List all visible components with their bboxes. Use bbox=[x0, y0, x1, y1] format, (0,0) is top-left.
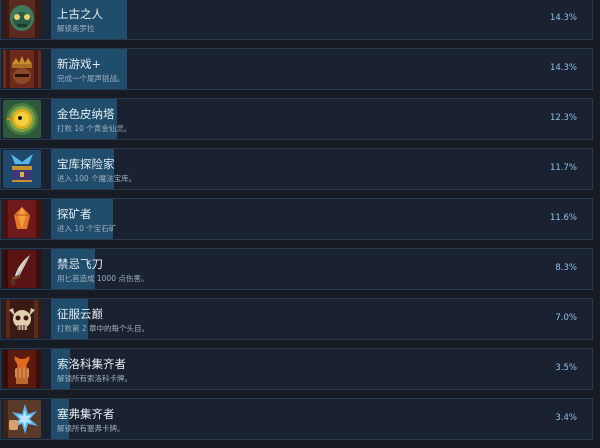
achievement-description: 打败第 2 章中的每个头目。 bbox=[57, 324, 150, 333]
treasure-chest-icon bbox=[3, 150, 41, 188]
achievement-name: 上古之人 bbox=[57, 7, 103, 21]
achievement-description: 解锁所有索洛科卡牌。 bbox=[57, 374, 132, 383]
achievement-percent: 12.3% bbox=[549, 113, 577, 123]
achievement-percent: 3.5% bbox=[555, 363, 577, 373]
fire-fist-icon bbox=[3, 350, 41, 388]
crown-knight-icon bbox=[3, 50, 41, 88]
dagger-icon bbox=[3, 250, 41, 288]
achievement-row[interactable]: 征服云巅 打败第 2 章中的每个头目。 7.0% bbox=[0, 298, 593, 340]
achievement-row[interactable]: 金色皮纳塔 打败 10 个黄金仙灵。 12.3% bbox=[0, 98, 593, 140]
achievement-percent: 14.3% bbox=[549, 13, 577, 23]
achievement-row[interactable]: 宝库探险家 进入 100 个魔法宝库。 11.7% bbox=[0, 148, 593, 190]
achievement-description: 解锁奥罗拉 bbox=[57, 24, 95, 33]
achievement-name: 探矿者 bbox=[57, 207, 92, 221]
achievement-description: 完成一个尾声挑战。 bbox=[57, 74, 125, 83]
ice-burst-icon bbox=[3, 400, 41, 438]
achievement-name: 禁忌飞刀 bbox=[57, 257, 103, 271]
achievement-name: 塞弗集齐者 bbox=[57, 407, 115, 421]
achievement-percent: 3.4% bbox=[555, 413, 577, 423]
achievement-description: 用匕首造成 1000 点伤害。 bbox=[57, 274, 149, 283]
achievement-percent: 8.3% bbox=[555, 263, 577, 273]
achievement-percent: 11.7% bbox=[549, 163, 577, 173]
achievement-description: 解锁所有塞弗卡牌。 bbox=[57, 424, 125, 433]
achievement-name: 征服云巅 bbox=[57, 307, 103, 321]
achievement-description: 进入 10 个宝石矿 bbox=[57, 224, 117, 233]
horned-skull-icon bbox=[3, 300, 41, 338]
achievement-row[interactable]: 索洛科集齐者 解锁所有索洛科卡牌。 3.5% bbox=[0, 348, 593, 390]
achievement-row[interactable]: 新游戏+ 完成一个尾声挑战。 14.3% bbox=[0, 48, 593, 90]
achievement-row[interactable]: 塞弗集齐者 解锁所有塞弗卡牌。 3.4% bbox=[0, 398, 593, 440]
achievement-row[interactable]: 禁忌飞刀 用匕首造成 1000 点伤害。 8.3% bbox=[0, 248, 593, 290]
achievement-percent: 11.6% bbox=[549, 213, 577, 223]
achievement-description: 打败 10 个黄金仙灵。 bbox=[57, 124, 132, 133]
achievement-percent: 7.0% bbox=[555, 313, 577, 323]
achievement-name: 索洛科集齐者 bbox=[57, 357, 126, 371]
ancient-robot-icon bbox=[3, 0, 41, 38]
gem-ore-icon bbox=[3, 200, 41, 238]
achievement-name: 金色皮纳塔 bbox=[57, 107, 115, 121]
achievement-list: 上古之人 解锁奥罗拉 14.3% 新游戏+ 完成一个尾声挑战。 14.3% 金色… bbox=[0, 0, 600, 448]
achievement-description: 进入 100 个魔法宝库。 bbox=[57, 174, 137, 183]
achievement-name: 新游戏+ bbox=[57, 57, 102, 71]
achievement-row[interactable]: 探矿者 进入 10 个宝石矿 11.6% bbox=[0, 198, 593, 240]
golden-pinata-icon bbox=[3, 100, 41, 138]
achievement-percent: 14.3% bbox=[549, 63, 577, 73]
achievement-name: 宝库探险家 bbox=[57, 157, 115, 171]
achievement-row[interactable]: 上古之人 解锁奥罗拉 14.3% bbox=[0, 0, 593, 40]
